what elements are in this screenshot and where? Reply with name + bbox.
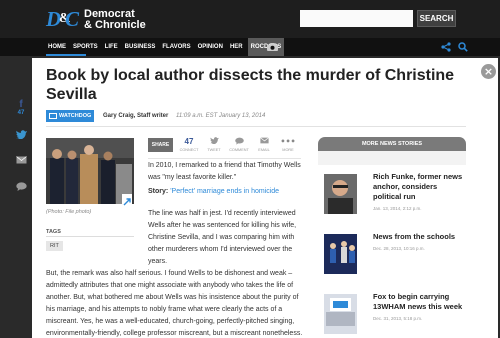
timestamp: 11:09 a.m. EST January 13, 2014: [176, 113, 266, 119]
sidebar-story[interactable]: News from the schools Dec. 28, 2013, 10:…: [318, 232, 466, 284]
search-icon[interactable]: [458, 42, 468, 52]
watchdog-label: WATCHDOG: [59, 113, 92, 119]
rail-facebook[interactable]: f 47: [10, 95, 32, 121]
facebook-count-label: 47: [184, 137, 194, 146]
connect-label: CONNECT: [179, 148, 199, 152]
share-bar: SHARE 47 CONNECT TWEET COMMENT EMAIL •••…: [148, 137, 301, 155]
comment-label: COMMENT: [229, 148, 249, 152]
camera-icon[interactable]: [267, 43, 278, 51]
sidebar-story[interactable]: Rich Funke, former news anchor, consider…: [318, 172, 466, 224]
facebook-icon: f: [19, 98, 23, 110]
share-email-button[interactable]: EMAIL: [253, 137, 275, 155]
email-icon: [15, 156, 27, 164]
paragraph-4: But, the remark was also half serious. I…: [46, 270, 303, 337]
story-title: News from the schools: [373, 232, 456, 241]
share-icon[interactable]: [441, 42, 451, 52]
search-input[interactable]: [300, 10, 413, 27]
nav-item-rocdocs[interactable]: ROCDOCS: [247, 38, 285, 56]
story-thumbnail: [324, 294, 357, 334]
expand-photo-icon[interactable]: [122, 194, 132, 206]
more-news-header: MORE NEWS STORIES: [318, 137, 466, 151]
more-label: MORE: [282, 148, 294, 152]
story-date: Dec. 31, 2013, 5:18 p.m.: [373, 316, 423, 321]
email-icon: [253, 137, 275, 147]
nav-item-opinion[interactable]: OPINION: [196, 38, 225, 56]
share-facebook-button[interactable]: 47 CONNECT: [178, 137, 200, 155]
close-icon[interactable]: ×: [481, 64, 496, 79]
site-logo[interactable]: D & C: [46, 8, 80, 30]
comment-icon: [228, 137, 250, 147]
header-divider: [46, 126, 466, 127]
story-date: Jan. 13, 2014, 2:12 p.m.: [373, 206, 422, 211]
tags-divider: [46, 236, 134, 237]
tags-label: TAGS: [46, 229, 61, 235]
more-icon: •••: [280, 137, 296, 146]
rail-twitter[interactable]: [10, 121, 32, 147]
twitter-icon: [203, 137, 225, 147]
story-title: Fox to begin carrying 13WHAM news this w…: [373, 292, 463, 311]
email-label: EMAIL: [258, 148, 270, 152]
story-date: Dec. 28, 2013, 10:16 p.m.: [373, 246, 425, 251]
nav-item-business[interactable]: BUSINESS: [123, 38, 158, 56]
share-tweet-button[interactable]: TWEET: [203, 137, 225, 155]
twitter-icon: [15, 129, 27, 139]
byline[interactable]: Gary Craig, Staff writer: [103, 110, 168, 122]
nav-item-her[interactable]: HER: [228, 38, 245, 56]
search-button[interactable]: SEARCH: [417, 10, 456, 27]
share-more-button[interactable]: ••• MORE: [277, 137, 299, 155]
article-headline: Book by local author dissects the murder…: [46, 67, 455, 103]
top-bar: D & C Democrat & Chronicle SEARCH: [0, 0, 500, 38]
paragraph-2: Story: 'Perfect' marriage ends in homici…: [148, 186, 304, 198]
photo-caption: (Photo: File photo): [46, 209, 92, 215]
paragraph-3: The line was half in jest. I'd recently …: [148, 210, 297, 265]
tweet-label: TWEET: [207, 148, 221, 152]
photo-image: [46, 138, 134, 204]
share-rail: f 47: [10, 95, 32, 199]
facebook-count: 47: [17, 109, 25, 116]
comment-icon: [15, 181, 27, 191]
story-thumbnail: [324, 174, 357, 214]
site-brand[interactable]: Democrat & Chronicle: [84, 9, 146, 31]
share-label: SHARE: [148, 138, 173, 152]
more-news-band: [318, 151, 466, 165]
rail-email[interactable]: [10, 147, 32, 173]
paragraph-1: In 2010, I remarked to a friend that Tim…: [148, 162, 301, 181]
share-comment-button[interactable]: COMMENT: [228, 137, 250, 155]
sidebar-story[interactable]: Fox to begin carrying 13WHAM news this w…: [318, 292, 466, 338]
story-thumbnail: [324, 234, 357, 274]
nav-item-flavors[interactable]: FLAVORS: [160, 38, 192, 56]
related-story-link[interactable]: 'Perfect' marriage ends in homicide: [170, 188, 279, 195]
watchdog-badge[interactable]: WATCHDOG: [46, 110, 94, 122]
byline-row: WATCHDOG Gary Craig, Staff writer 11:09 …: [46, 110, 466, 122]
share-divider: [148, 158, 301, 159]
nav-accent-bar: [46, 54, 86, 56]
brand-line2: & Chronicle: [84, 19, 146, 31]
rail-comment[interactable]: [10, 173, 32, 199]
nav-item-life[interactable]: LIFE: [103, 38, 120, 56]
main-nav: HOME SPORTS LIFE BUSINESS FLAVORS OPINIO…: [0, 38, 500, 56]
story-label: Story:: [148, 188, 169, 195]
story-title: Rich Funke, former news anchor, consider…: [373, 172, 463, 201]
tag-rit[interactable]: RIT: [46, 241, 63, 251]
watchdog-icon: [49, 113, 57, 119]
article-photo[interactable]: [46, 138, 134, 204]
